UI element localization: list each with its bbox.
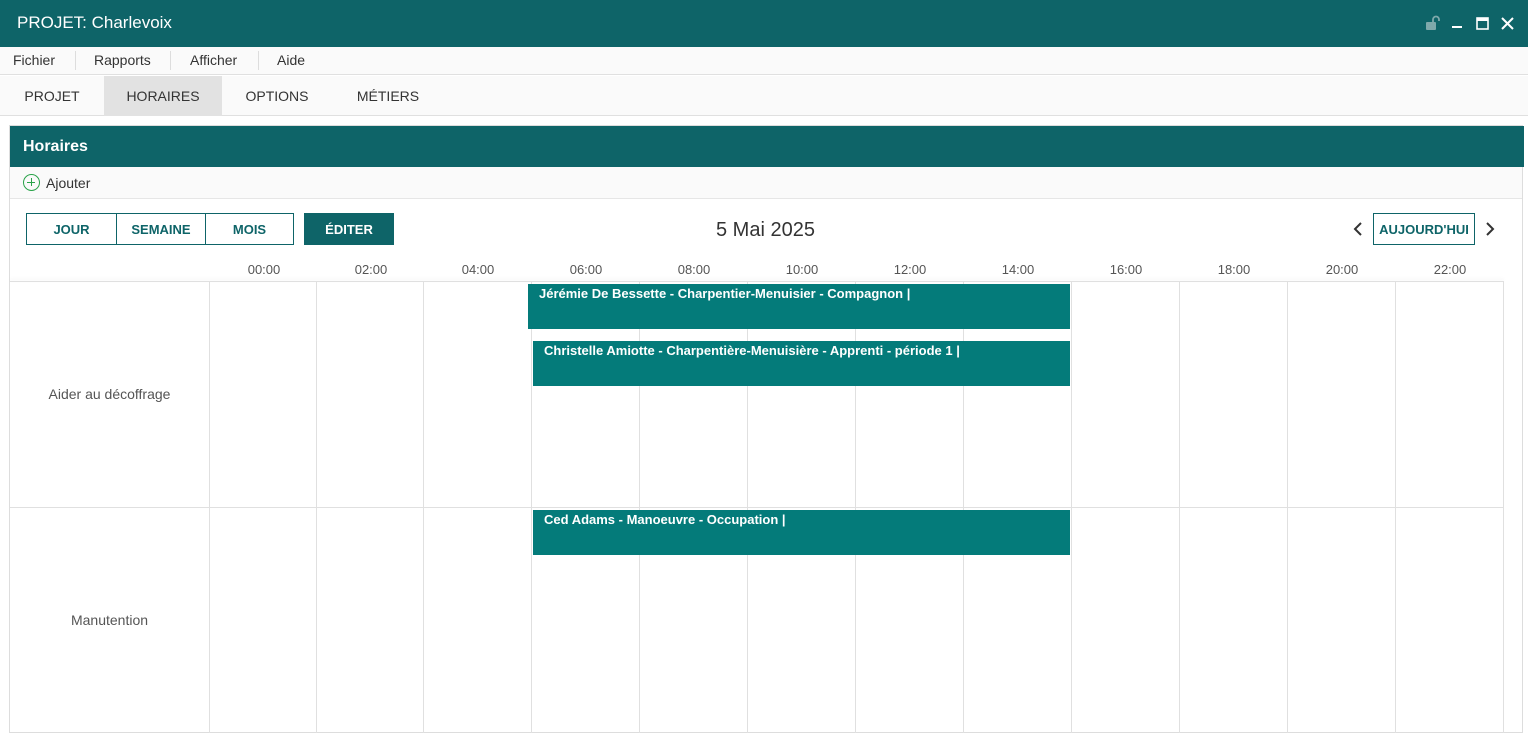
chevron-left-icon[interactable] <box>1349 218 1367 240</box>
menu-afficher[interactable]: Afficher <box>190 52 237 68</box>
maximize-icon[interactable] <box>1473 14 1491 32</box>
window-title: PROJET: Charlevoix <box>17 13 172 32</box>
view-switcher: JOUR SEMAINE MOIS <box>26 213 294 245</box>
hour-label: 20:00 <box>1325 262 1359 277</box>
chevron-right-icon[interactable] <box>1481 218 1499 240</box>
hour-label: 08:00 <box>677 262 711 277</box>
view-week-button[interactable]: SEMAINE <box>116 214 205 244</box>
today-button[interactable]: AUJOURD'HUI <box>1373 213 1475 245</box>
hour-label: 12:00 <box>893 262 927 277</box>
add-button[interactable]: Ajouter <box>23 174 90 191</box>
menu-divider <box>75 51 76 70</box>
hour-label: 06:00 <box>569 262 603 277</box>
schedule-event[interactable]: Ced Adams - Manoeuvre - Occupation | <box>533 510 1070 555</box>
hour-label: 02:00 <box>354 262 388 277</box>
panel-title: Horaires <box>23 138 88 155</box>
view-month-button[interactable]: MOIS <box>205 214 293 244</box>
schedule-event[interactable]: Jérémie De Bessette - Charpentier-Menuis… <box>528 284 1070 329</box>
grid-top-border <box>10 281 1504 282</box>
hour-label: 10:00 <box>785 262 819 277</box>
tab-projet[interactable]: PROJET <box>0 76 104 116</box>
hour-label: 00:00 <box>247 262 281 277</box>
hour-label: 04:00 <box>461 262 495 277</box>
hour-label: 22:00 <box>1433 262 1467 277</box>
action-bar: Ajouter <box>10 167 1522 199</box>
panel-header: Horaires <box>10 126 1524 167</box>
view-day-button[interactable]: JOUR <box>27 214 116 244</box>
schedule-event[interactable]: Christelle Amiotte - Charpentière-Menuis… <box>533 341 1070 386</box>
current-date: 5 Mai 2025 <box>716 219 815 241</box>
edit-button[interactable]: ÉDITER <box>304 213 394 245</box>
minimize-icon[interactable] <box>1448 14 1466 32</box>
unlock-icon[interactable] <box>1423 14 1441 32</box>
row-divider <box>10 507 1504 508</box>
add-circle-icon <box>23 174 40 191</box>
calendar-toolbar: JOUR SEMAINE MOIS ÉDITER 5 Mai 2025 AUJO… <box>10 199 1522 281</box>
menu-rapports[interactable]: Rapports <box>94 52 151 68</box>
title-bar: PROJET: Charlevoix <box>0 0 1528 47</box>
tab-bar: PROJET HORAIRES OPTIONS MÉTIERS <box>0 76 1528 116</box>
menu-divider <box>170 51 171 70</box>
schedule-grid: Aider au décoffrage Manutention Jérémie … <box>10 281 1522 733</box>
hour-label: 14:00 <box>1001 262 1035 277</box>
hour-label: 18:00 <box>1217 262 1251 277</box>
close-icon[interactable] <box>1498 14 1516 32</box>
menu-bar: Fichier Rapports Afficher Aide <box>0 47 1528 75</box>
tab-options[interactable]: OPTIONS <box>222 76 332 116</box>
schedule-panel: Horaires Ajouter JOUR SEMAINE MOIS ÉDITE… <box>9 125 1524 733</box>
resource-label-manutention: Manutention <box>70 612 149 628</box>
menu-aide[interactable]: Aide <box>277 52 305 68</box>
resource-label-decoffrage: Aider au décoffrage <box>48 386 171 402</box>
tab-horaires[interactable]: HORAIRES <box>104 76 222 116</box>
add-button-label: Ajouter <box>46 174 91 191</box>
menu-divider <box>258 51 259 70</box>
hour-label: 16:00 <box>1109 262 1143 277</box>
tab-metiers[interactable]: MÉTIERS <box>332 76 444 116</box>
menu-fichier[interactable]: Fichier <box>13 52 55 68</box>
